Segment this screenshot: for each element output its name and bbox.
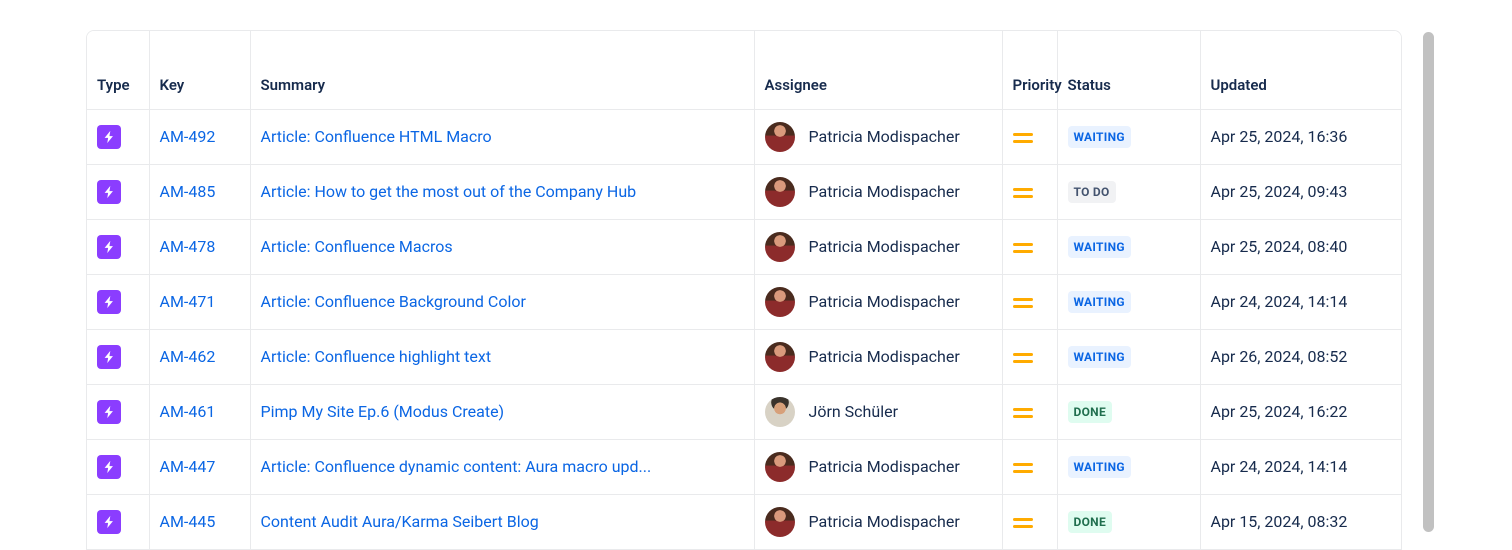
epic-type-icon[interactable]: [97, 345, 121, 369]
epic-type-icon[interactable]: [97, 400, 121, 424]
col-header-summary[interactable]: Summary: [250, 31, 754, 109]
updated-date: Apr 24, 2024, 14:14: [1211, 292, 1348, 311]
avatar: [765, 397, 795, 427]
assignee-name: Patricia Modispacher: [809, 182, 960, 201]
col-header-key[interactable]: Key: [149, 31, 250, 109]
issue-key-link[interactable]: AM-447: [160, 457, 216, 476]
priority-medium-icon: [1013, 298, 1033, 308]
table-row: AM-445 Content Audit Aura/Karma Seibert B…: [87, 494, 1402, 549]
issue-summary-link[interactable]: Article: Confluence HTML Macro: [261, 127, 492, 146]
assignee-name: Patricia Modispacher: [809, 127, 960, 146]
assignee-name: Patricia Modispacher: [809, 237, 960, 256]
issue-key-link[interactable]: AM-471: [160, 292, 216, 311]
assignee-cell[interactable]: Patricia Modispacher: [765, 122, 992, 152]
col-header-type[interactable]: Type: [87, 31, 149, 109]
issue-key-link[interactable]: AM-485: [160, 182, 216, 201]
assignee-cell[interactable]: Patricia Modispacher: [765, 232, 992, 262]
avatar: [765, 177, 795, 207]
table-row: AM-485 Article: How to get the most out o…: [87, 164, 1402, 219]
updated-date: Apr 25, 2024, 16:36: [1211, 127, 1348, 146]
priority-medium-icon: [1013, 463, 1033, 473]
updated-date: Apr 25, 2024, 16:22: [1211, 402, 1348, 421]
epic-type-icon[interactable]: [97, 180, 121, 204]
status-badge[interactable]: WAITING: [1068, 291, 1131, 313]
avatar: [765, 122, 795, 152]
avatar: [765, 232, 795, 262]
assignee-name: Patricia Modispacher: [809, 347, 960, 366]
issue-summary-link[interactable]: Content Audit Aura/Karma Seibert Blog: [261, 512, 539, 531]
issue-summary-link[interactable]: Article: Confluence Background Color: [261, 292, 526, 311]
epic-type-icon[interactable]: [97, 510, 121, 534]
assignee-name: Patricia Modispacher: [809, 457, 960, 476]
avatar: [765, 287, 795, 317]
epic-type-icon[interactable]: [97, 455, 121, 479]
table-row: AM-462 Article: Confluence highlight text…: [87, 329, 1402, 384]
epic-type-icon[interactable]: [97, 125, 121, 149]
table-header-row: Type Key Summary Assignee Priority Statu…: [87, 31, 1402, 109]
updated-date: Apr 25, 2024, 09:43: [1211, 182, 1348, 201]
updated-date: Apr 25, 2024, 08:40: [1211, 237, 1348, 256]
status-badge[interactable]: WAITING: [1068, 126, 1131, 148]
assignee-name: Patricia Modispacher: [809, 292, 960, 311]
avatar: [765, 507, 795, 537]
assignee-name: Jörn Schüler: [809, 402, 898, 421]
issue-summary-link[interactable]: Article: Confluence dynamic content: Aur…: [261, 457, 652, 476]
priority-medium-icon: [1013, 133, 1033, 143]
assignee-cell[interactable]: Patricia Modispacher: [765, 287, 992, 317]
assignee-name: Patricia Modispacher: [809, 512, 960, 531]
assignee-cell[interactable]: Jörn Schüler: [765, 397, 992, 427]
issue-key-link[interactable]: AM-492: [160, 127, 216, 146]
assignee-cell[interactable]: Patricia Modispacher: [765, 342, 992, 372]
table-row: AM-471 Article: Confluence Background Col…: [87, 274, 1402, 329]
updated-date: Apr 24, 2024, 14:14: [1211, 457, 1348, 476]
col-header-assignee[interactable]: Assignee: [754, 31, 1002, 109]
status-badge[interactable]: WAITING: [1068, 456, 1131, 478]
epic-type-icon[interactable]: [97, 290, 121, 314]
priority-medium-icon: [1013, 353, 1033, 363]
updated-date: Apr 26, 2024, 08:52: [1211, 347, 1348, 366]
table-row: AM-478 Article: Confluence Macros Patricia…: [87, 219, 1402, 274]
avatar: [765, 452, 795, 482]
priority-medium-icon: [1013, 518, 1033, 528]
updated-date: Apr 15, 2024, 08:32: [1211, 512, 1348, 531]
issue-key-link[interactable]: AM-461: [160, 402, 216, 421]
scrollbar[interactable]: [1423, 32, 1434, 532]
assignee-cell[interactable]: Patricia Modispacher: [765, 452, 992, 482]
status-badge[interactable]: TO DO: [1068, 181, 1116, 203]
issue-summary-link[interactable]: Article: How to get the most out of the …: [261, 182, 637, 201]
issue-summary-link[interactable]: Article: Confluence highlight text: [261, 347, 492, 366]
status-badge[interactable]: DONE: [1068, 511, 1113, 533]
issue-key-link[interactable]: AM-445: [160, 512, 216, 531]
status-badge[interactable]: WAITING: [1068, 236, 1131, 258]
epic-type-icon[interactable]: [97, 235, 121, 259]
avatar: [765, 342, 795, 372]
issue-summary-link[interactable]: Pimp My Site Ep.6 (Modus Create): [261, 402, 505, 421]
status-badge[interactable]: DONE: [1068, 401, 1113, 423]
table-row: AM-492 Article: Confluence HTML Macro Patr…: [87, 109, 1402, 164]
issue-key-link[interactable]: AM-462: [160, 347, 216, 366]
issue-key-link[interactable]: AM-478: [160, 237, 216, 256]
priority-medium-icon: [1013, 243, 1033, 253]
issue-summary-link[interactable]: Article: Confluence Macros: [261, 237, 453, 256]
issue-table: Type Key Summary Assignee Priority Statu…: [86, 30, 1402, 550]
col-header-updated[interactable]: Updated: [1200, 31, 1402, 109]
assignee-cell[interactable]: Patricia Modispacher: [765, 507, 992, 537]
status-badge[interactable]: WAITING: [1068, 346, 1131, 368]
priority-medium-icon: [1013, 188, 1033, 198]
assignee-cell[interactable]: Patricia Modispacher: [765, 177, 992, 207]
table-row: AM-461 Pimp My Site Ep.6 (Modus Create) Jö…: [87, 384, 1402, 439]
col-header-status[interactable]: Status: [1057, 31, 1200, 109]
priority-medium-icon: [1013, 408, 1033, 418]
col-header-priority[interactable]: Priority: [1002, 31, 1057, 109]
table-row: AM-447 Article: Confluence dynamic conten…: [87, 439, 1402, 494]
